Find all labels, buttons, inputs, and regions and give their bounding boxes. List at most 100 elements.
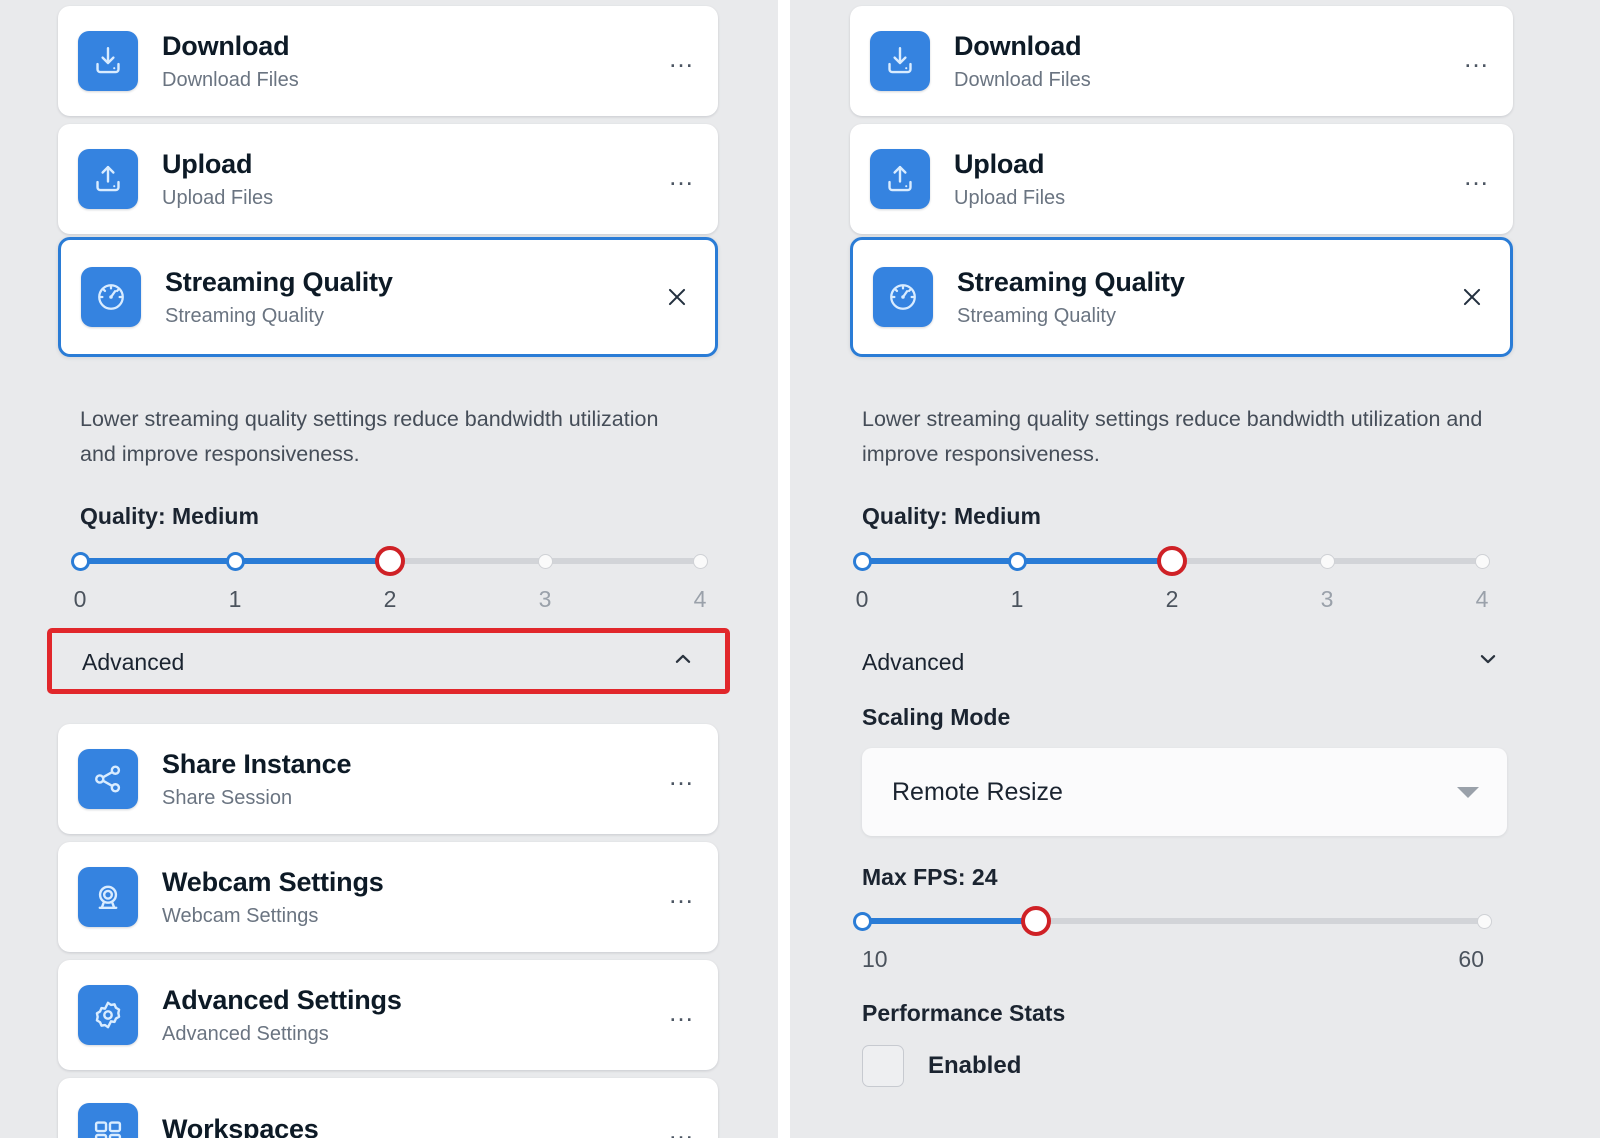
card-streaming-quality-right[interactable]: Streaming Quality Streaming Quality [850, 237, 1513, 357]
card-upload-left[interactable]: Upload Upload Files … [58, 124, 718, 234]
advanced-label: Advanced [82, 649, 184, 676]
max-fps-max: 60 [1458, 946, 1484, 973]
slider-scale-2: 2 [384, 586, 397, 613]
advanced-toggle-right[interactable]: Advanced [862, 636, 1507, 688]
slider-scale-4: 4 [694, 586, 707, 613]
card-menu-button[interactable]: … [1463, 45, 1491, 77]
card-subtitle: Share Session [162, 787, 668, 809]
gauge-icon [81, 267, 141, 327]
close-icon[interactable] [1452, 277, 1492, 317]
slider-scale-0: 0 [74, 586, 87, 613]
panel-divider [778, 0, 790, 1138]
slider-track-fill [862, 918, 1036, 924]
card-menu-button[interactable]: … [668, 1117, 696, 1138]
slider-tick-1[interactable] [229, 555, 242, 568]
webcam-icon [78, 867, 138, 927]
advanced-toggle-left[interactable]: Advanced [58, 636, 718, 688]
card-menu-button[interactable]: … [668, 881, 696, 913]
scaling-mode-select[interactable]: Remote Resize [862, 748, 1507, 836]
card-menu-button[interactable]: … [668, 45, 696, 77]
quality-label: Quality: Medium [80, 503, 259, 530]
download-icon [78, 31, 138, 91]
card-title: Advanced Settings [162, 985, 668, 1015]
card-subtitle: Streaming Quality [957, 305, 1452, 327]
slider-tick-max[interactable] [1478, 915, 1491, 928]
performance-stats-checkbox-label: Enabled [928, 1052, 1021, 1080]
card-share-instance[interactable]: Share Instance Share Session … [58, 724, 718, 834]
card-menu-button[interactable]: … [668, 163, 696, 195]
card-webcam-settings[interactable]: Webcam Settings Webcam Settings … [58, 842, 718, 952]
card-subtitle: Advanced Settings [162, 1023, 668, 1045]
performance-stats-checkbox[interactable] [862, 1045, 904, 1087]
card-title: Upload [162, 149, 668, 179]
slider-thumb[interactable] [1021, 906, 1051, 936]
gear-icon [78, 985, 138, 1045]
card-subtitle: Upload Files [162, 187, 668, 209]
screenshot-root: Download Download Files … Upload Upload … [0, 0, 1600, 1138]
card-workspaces[interactable]: Workspaces … [58, 1078, 718, 1138]
card-subtitle: Webcam Settings [162, 905, 668, 927]
slider-thumb[interactable] [1157, 546, 1187, 576]
max-fps-label: Max FPS: 24 [862, 864, 998, 891]
slider-tick-0[interactable] [74, 555, 87, 568]
caret-down-icon[interactable] [1457, 787, 1479, 798]
slider-scale-2: 2 [1166, 586, 1179, 613]
card-subtitle: Upload Files [954, 187, 1463, 209]
card-advanced-settings[interactable]: Advanced Settings Advanced Settings … [58, 960, 718, 1070]
quality-slider[interactable] [80, 558, 700, 566]
slider-tick-3[interactable] [1321, 555, 1334, 568]
slider-tick-4[interactable] [1476, 555, 1489, 568]
card-title: Streaming Quality [957, 267, 1452, 297]
gauge-icon [873, 267, 933, 327]
quality-label: Quality: Medium [862, 503, 1041, 530]
slider-tick-3[interactable] [539, 555, 552, 568]
upload-icon [870, 149, 930, 209]
quality-slider-scale: 0 1 2 3 4 [862, 586, 1482, 616]
slider-thumb[interactable] [375, 546, 405, 576]
slider-tick-4[interactable] [694, 555, 707, 568]
quality-slider-scale: 0 1 2 3 4 [80, 586, 700, 616]
card-download-right[interactable]: Download Download Files … [850, 6, 1513, 116]
max-fps-slider[interactable] [862, 918, 1484, 926]
close-icon[interactable] [657, 277, 697, 317]
max-fps-min: 10 [862, 946, 888, 973]
slider-scale-0: 0 [856, 586, 869, 613]
chevron-up-icon[interactable] [670, 646, 696, 678]
max-fps-scale: 10 60 [862, 946, 1484, 976]
streaming-description: Lower streaming quality settings reduce … [862, 402, 1487, 472]
slider-tick-1[interactable] [1011, 555, 1024, 568]
performance-stats-row[interactable]: Enabled [862, 1045, 1021, 1087]
chevron-down-icon[interactable] [1475, 646, 1501, 678]
card-subtitle: Streaming Quality [165, 305, 657, 327]
share-icon [78, 749, 138, 809]
card-title: Share Instance [162, 749, 668, 779]
card-subtitle: Download Files [162, 69, 668, 91]
slider-scale-3: 3 [1321, 586, 1334, 613]
upload-icon [78, 149, 138, 209]
quality-slider[interactable] [862, 558, 1482, 566]
card-download-left[interactable]: Download Download Files … [58, 6, 718, 116]
slider-tick-min[interactable] [856, 915, 869, 928]
performance-stats-label: Performance Stats [862, 1000, 1065, 1027]
streaming-description: Lower streaming quality settings reduce … [80, 402, 690, 472]
card-streaming-quality-left[interactable]: Streaming Quality Streaming Quality [58, 237, 718, 357]
card-title: Workspaces [162, 1114, 668, 1138]
card-upload-right[interactable]: Upload Upload Files … [850, 124, 1513, 234]
card-title: Upload [954, 149, 1463, 179]
scaling-mode-label: Scaling Mode [862, 704, 1010, 731]
slider-scale-4: 4 [1476, 586, 1489, 613]
card-title: Download [162, 31, 668, 61]
scaling-mode-value: Remote Resize [892, 778, 1063, 807]
workspaces-icon [78, 1103, 138, 1138]
left-panel: Download Download Files … Upload Upload … [0, 0, 778, 1138]
card-title: Streaming Quality [165, 267, 657, 297]
card-menu-button[interactable]: … [1463, 163, 1491, 195]
slider-tick-0[interactable] [856, 555, 869, 568]
card-menu-button[interactable]: … [668, 999, 696, 1031]
card-subtitle: Download Files [954, 69, 1463, 91]
card-menu-button[interactable]: … [668, 763, 696, 795]
card-title: Download [954, 31, 1463, 61]
right-panel: Download Download Files … Upload Upload … [790, 0, 1600, 1138]
slider-scale-3: 3 [539, 586, 552, 613]
download-icon [870, 31, 930, 91]
